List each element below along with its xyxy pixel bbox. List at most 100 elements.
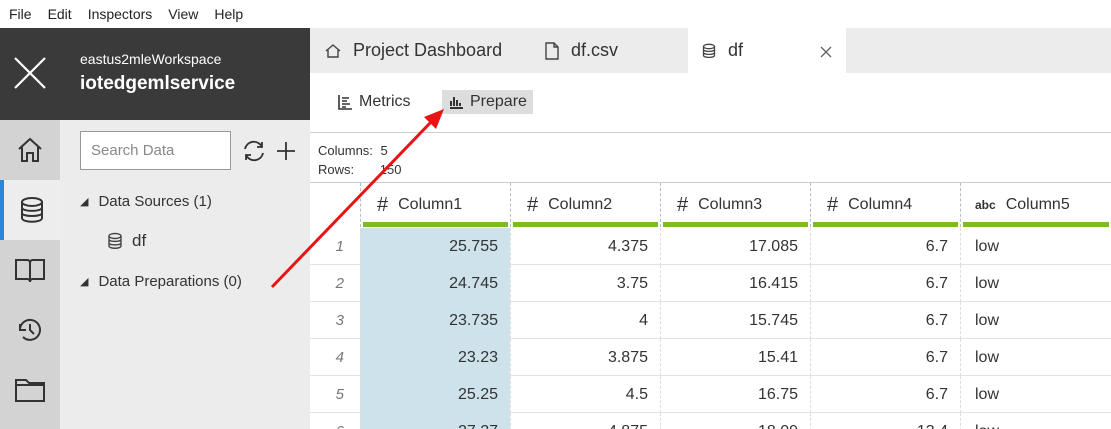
prepare-button[interactable]: Prepare <box>442 90 533 114</box>
refresh-button[interactable] <box>241 138 267 164</box>
table-cell[interactable]: 6.7 <box>810 302 960 339</box>
column-quality-bar <box>963 222 1109 227</box>
menu-bar: File Edit Inspectors View Help <box>0 0 1111 28</box>
table-cell[interactable]: 16.415 <box>660 265 810 302</box>
row-number: 1 <box>335 238 344 255</box>
nav-notebooks[interactable] <box>0 240 60 300</box>
tab-df-csv[interactable]: df.csv <box>545 28 685 73</box>
table-cell[interactable]: 25.25 <box>360 376 510 413</box>
table-cell[interactable]: 4.875 <box>510 413 660 429</box>
tab-project-dashboard[interactable]: Project Dashboard <box>325 28 525 73</box>
search-input[interactable] <box>80 131 231 170</box>
rows-label: Rows: <box>318 162 355 177</box>
table-row: 1 25.755 4.375 17.085 6.7 low <box>310 228 1111 265</box>
folder-icon <box>15 379 45 402</box>
table-cell[interactable]: 23.23 <box>360 339 510 376</box>
service-name: iotedgemlservice <box>80 73 236 94</box>
column-header-4[interactable]: # Column4 <box>810 183 960 227</box>
table-cell[interactable]: 6.7 <box>810 228 960 265</box>
table-cell[interactable]: 27.27 <box>360 413 510 429</box>
data-preparations-label: Data Preparations (0) <box>98 273 242 290</box>
data-source-item-df[interactable]: df <box>107 231 146 251</box>
table-row: 5 25.25 4.5 16.75 6.7 low <box>310 376 1111 413</box>
history-icon <box>18 318 41 341</box>
menu-view[interactable]: View <box>165 6 206 22</box>
tab-df[interactable]: df <box>688 28 846 73</box>
table-cell[interactable]: low <box>960 228 1111 265</box>
columns-info: Columns: 5 <box>318 143 388 158</box>
tab-label: Project Dashboard <box>353 40 503 60</box>
database-icon <box>702 43 716 58</box>
column-header-label: Column3 <box>698 196 763 213</box>
refresh-icon <box>244 140 264 162</box>
numeric-type-icon: # <box>677 193 689 216</box>
table-cell[interactable]: 3.75 <box>510 265 660 302</box>
metrics-button[interactable]: Metrics <box>331 90 417 114</box>
menu-edit[interactable]: Edit <box>45 6 80 22</box>
menu-file[interactable]: File <box>6 6 40 22</box>
close-icon[interactable] <box>12 55 48 91</box>
numeric-type-icon: # <box>827 193 839 216</box>
left-nav <box>0 120 60 429</box>
table-row: 3 23.735 4 15.745 6.7 low <box>310 302 1111 339</box>
nav-files[interactable] <box>0 360 60 420</box>
column-header-2[interactable]: # Column2 <box>510 183 660 227</box>
file-icon <box>545 41 559 60</box>
table-cell[interactable]: 15.745 <box>660 302 810 339</box>
table-cell[interactable]: 16.75 <box>660 376 810 413</box>
data-preparations-group[interactable]: ◢ Data Preparations (0) <box>80 273 242 290</box>
table-cell[interactable]: low <box>960 413 1111 429</box>
columns-label: Columns: <box>318 143 373 158</box>
home-icon <box>325 43 341 58</box>
row-number: 5 <box>335 386 344 403</box>
table-cell[interactable]: low <box>960 376 1111 413</box>
table-cell[interactable]: 25.755 <box>360 228 510 265</box>
table-cell[interactable]: 6.7 <box>810 339 960 376</box>
prepare-icon <box>450 97 463 109</box>
table-cell[interactable]: 6.7 <box>810 376 960 413</box>
numeric-type-icon: # <box>527 193 539 216</box>
table-cell[interactable]: 4 <box>510 302 660 339</box>
table-cell[interactable]: 15.41 <box>660 339 810 376</box>
table-cell[interactable]: 6.7 <box>810 265 960 302</box>
rows-info: Rows: 150 <box>318 162 401 177</box>
collapse-triangle-icon: ◢ <box>80 276 89 288</box>
column-header-5[interactable]: abc Column5 <box>960 183 1111 227</box>
data-sidebar: ◢ Data Sources (1) df ◢ Data Preparation… <box>60 120 310 429</box>
text-type-icon: abc <box>975 198 996 212</box>
menu-help[interactable]: Help <box>211 6 251 22</box>
table-cell[interactable]: low <box>960 339 1111 376</box>
close-tab-icon[interactable] <box>820 46 832 58</box>
tab-label: df.csv <box>571 40 619 60</box>
table-cell[interactable]: 24.745 <box>360 265 510 302</box>
data-source-item-label: df <box>132 231 147 250</box>
table-cell[interactable]: 18.09 <box>660 413 810 429</box>
columns-count: 5 <box>380 143 388 158</box>
workspace-name: eastus2mleWorkspace <box>80 51 222 67</box>
rows-count: 150 <box>379 162 402 177</box>
table-row: 627.274.87518.0913.4low <box>310 413 1111 429</box>
table-cell[interactable]: 4.375 <box>510 228 660 265</box>
nav-data[interactable] <box>0 180 60 240</box>
table-cell[interactable]: 17.085 <box>660 228 810 265</box>
nav-home[interactable] <box>0 120 60 180</box>
table-cell[interactable]: 23.735 <box>360 302 510 339</box>
column-header-label: Column5 <box>1005 196 1070 213</box>
tab-bar: Project Dashboard df.csv df <box>310 28 1111 73</box>
table-cell[interactable]: 3.875 <box>510 339 660 376</box>
column-quality-bar <box>513 222 658 227</box>
column-header-3[interactable]: # Column3 <box>660 183 810 227</box>
add-data-button[interactable] <box>273 138 299 164</box>
numeric-type-icon: # <box>377 193 389 216</box>
table-cell[interactable]: low <box>960 302 1111 339</box>
table-cell[interactable]: low <box>960 265 1111 302</box>
column-header-1[interactable]: # Column1 <box>360 183 510 227</box>
nav-history[interactable] <box>0 300 60 360</box>
table-cell[interactable]: 13.4 <box>810 413 960 429</box>
prepare-label: Prepare <box>470 93 527 110</box>
data-sources-group[interactable]: ◢ Data Sources (1) <box>80 193 212 210</box>
table-cell[interactable]: 4.5 <box>510 376 660 413</box>
data-sources-label: Data Sources (1) <box>98 193 212 210</box>
menu-inspectors[interactable]: Inspectors <box>85 6 161 22</box>
column-quality-bar <box>813 222 958 227</box>
